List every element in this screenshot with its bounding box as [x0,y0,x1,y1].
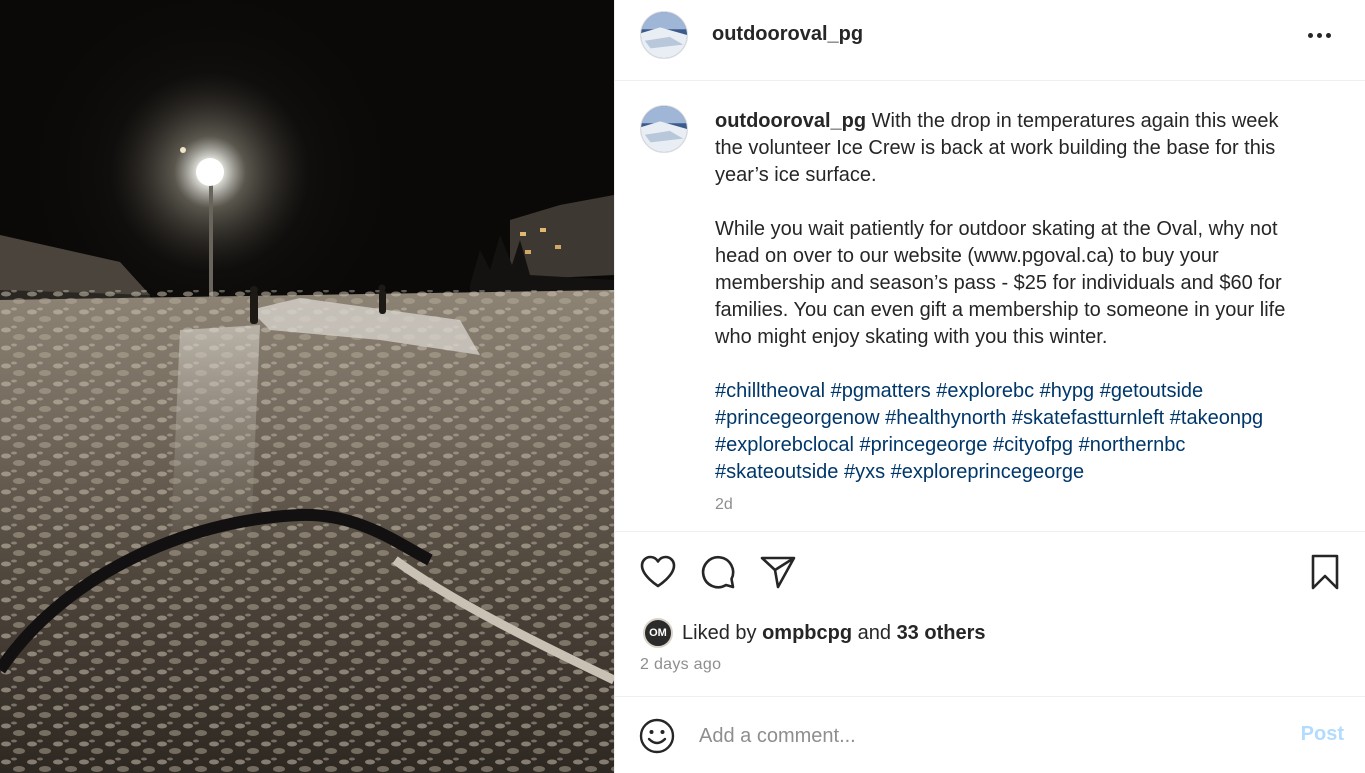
hashtag-link[interactable]: #explorebclocal [715,434,854,456]
caption-username[interactable]: outdooroval_pg [715,110,866,132]
likes-prefix: Liked by [682,621,757,644]
post-photo[interactable] [0,0,614,773]
caption-line: year’s ice surface. [715,164,877,186]
hashtag-link[interactable]: #cityofpg [993,434,1073,456]
post-detail-panel: outdooroval_pg outdooroval_pg With the d… [614,0,1365,773]
hashtag-link[interactable]: #chilltheoval [715,380,825,402]
liker-username[interactable]: ompbcpg [762,622,852,645]
hashtag-line: #skateoutside #yxs #exploreprincegeorge [715,459,1325,486]
post-actions: OM Liked by ompbcpg and 33 others 2 days… [615,531,1365,696]
caption-section: outdooroval_pg With the drop in temperat… [615,82,1365,532]
hashtag-link[interactable]: #princegeorgenow [715,407,880,429]
paper-plane-icon[interactable] [758,552,798,592]
post-comment-button[interactable]: Post [1301,723,1344,746]
hashtag-line: #explorebclocal #princegeorge #cityofpg … [715,432,1325,459]
author-avatar[interactable] [640,11,688,59]
liker-avatar[interactable]: OM [643,618,673,648]
hashtag-link[interactable]: #skateoutside [715,461,838,483]
comment-input[interactable] [699,721,1259,751]
caption-line: membership and season’s pass - $25 for i… [715,272,1282,294]
post-header: outdooroval_pg [615,0,1365,81]
hashtag-link[interactable]: #explorebc [936,380,1034,402]
caption-line-text: With the drop in temperatures again this… [871,110,1279,132]
hashtag-link[interactable]: #northernbc [1079,434,1186,456]
caption-line: outdooroval_pg With the drop in temperat… [715,108,1325,135]
heart-icon[interactable] [638,552,678,592]
hashtag-link[interactable]: #skatefastturnleft [1012,407,1164,429]
post-image [0,0,614,773]
caption-text: outdooroval_pg With the drop in temperat… [715,108,1325,486]
caption-timestamp[interactable]: 2d [715,496,733,514]
likes-joiner: and [857,621,891,644]
hashtag-link[interactable]: #pgmatters [831,380,931,402]
hashtag-link[interactable]: #getoutside [1100,380,1203,402]
caption-line: families. You can even gift a membership… [715,299,1286,321]
hashtag-line: #chilltheoval #pgmatters #explorebc #hyp… [715,378,1325,405]
caption-line: While you wait patiently for outdoor ska… [715,218,1278,240]
comment-bar: Post [615,696,1365,773]
smiley-face-icon[interactable] [638,717,676,755]
more-options-icon[interactable] [1302,21,1336,49]
hashtag-link[interactable]: #hypg [1040,380,1095,402]
hashtag-link[interactable]: #exploreprincegeorge [891,461,1084,483]
caption-line: the volunteer Ice Crew is back at work b… [715,137,1276,159]
hashtag-link[interactable]: #yxs [844,461,885,483]
bookmark-icon[interactable] [1305,552,1345,592]
hashtag-link[interactable]: #healthynorth [885,407,1006,429]
hashtag-link[interactable]: #takeonpg [1170,407,1263,429]
likes-summary: OM Liked by ompbcpg and 33 others [643,618,986,648]
likes-others-link[interactable]: 33 others [897,622,986,645]
caption-author-avatar[interactable] [640,105,688,153]
hashtag-line: #princegeorgenow #healthynorth #skatefas… [715,405,1325,432]
author-username[interactable]: outdooroval_pg [712,23,863,46]
caption-line: who might enjoy skating with you this wi… [715,326,1108,348]
post-date[interactable]: 2 days ago [640,656,721,674]
hashtag-link[interactable]: #princegeorge [860,434,988,456]
comment-bubble-icon[interactable] [698,552,738,592]
caption-line: head on over to our website (www.pgoval.… [715,245,1219,267]
